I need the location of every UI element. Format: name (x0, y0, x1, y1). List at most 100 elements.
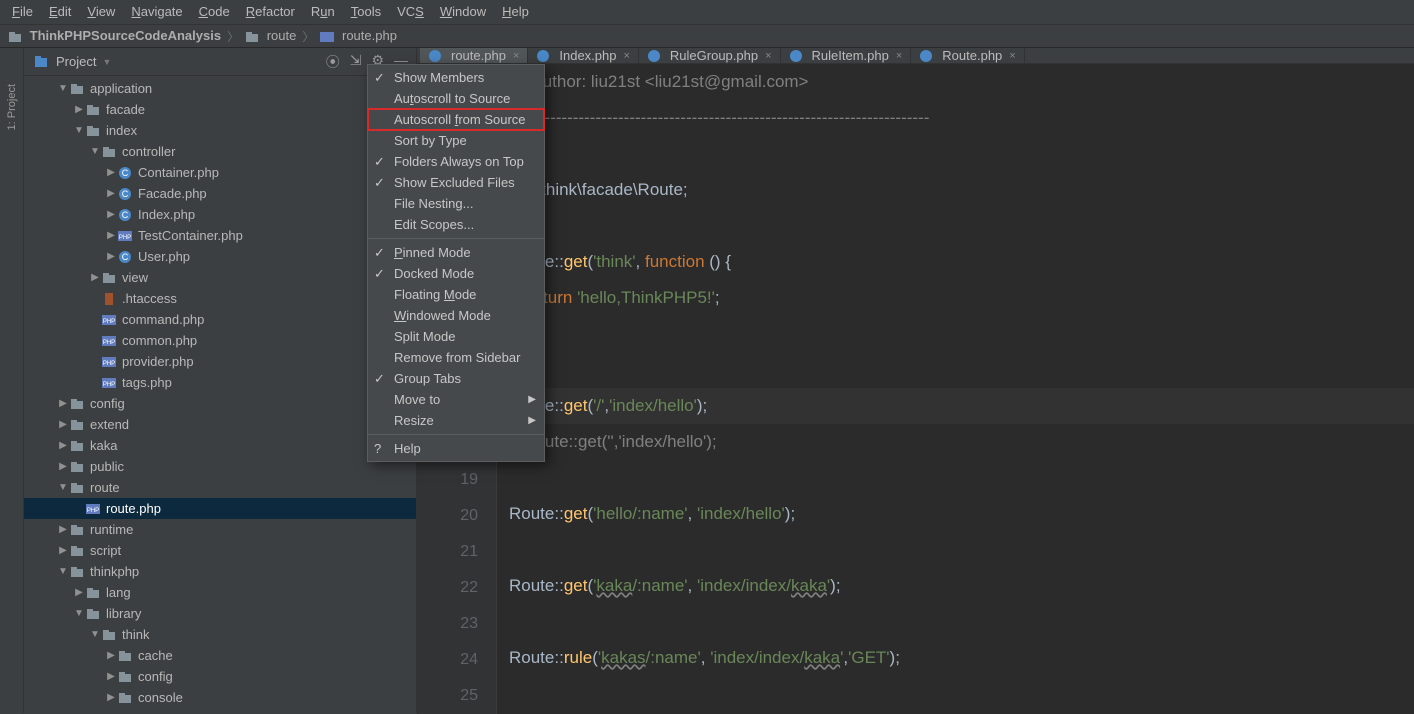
tree-node[interactable]: ▶PHPcommand.php (24, 309, 416, 330)
menu-file[interactable]: File (4, 0, 41, 24)
tree-node[interactable]: ▼application (24, 78, 416, 99)
code-line[interactable]: Route::get('kaka/:name', 'index/index/ka… (509, 568, 1414, 604)
tree-node[interactable]: ▶db (24, 708, 416, 713)
tree-node[interactable]: ▶PHProute.php (24, 498, 416, 519)
menu-item[interactable]: Remove from Sidebar (368, 347, 544, 368)
menu-item[interactable]: Move to▶ (368, 389, 544, 410)
tree-node[interactable]: ▶PHPtags.php (24, 372, 416, 393)
menu-item[interactable]: ?Help (368, 438, 544, 459)
code-line[interactable] (509, 208, 1414, 244)
editor-tab[interactable]: route.php× (420, 48, 528, 63)
code-line[interactable] (509, 352, 1414, 388)
scroll-from-source-icon[interactable]: ⦿ (326, 52, 340, 72)
tree-node[interactable]: ▶config (24, 393, 416, 414)
menu-edit[interactable]: Edit (41, 0, 79, 24)
menu-window[interactable]: Window (432, 0, 494, 24)
menu-item[interactable]: Autoscroll to Source (368, 88, 544, 109)
menu-view[interactable]: View (79, 0, 123, 24)
tree-node[interactable]: ▶runtime (24, 519, 416, 540)
chevron-right-icon[interactable]: ▶ (56, 398, 70, 409)
tree-node[interactable]: ▶lang (24, 582, 416, 603)
menu-item[interactable]: Autoscroll from Source (368, 109, 544, 130)
rail-tab-project[interactable]: 1: Project (6, 78, 18, 136)
tree-node[interactable]: ▶console (24, 687, 416, 708)
breadcrumb-root[interactable]: ThinkPHPSourceCodeAnalysis (8, 28, 221, 44)
tree-node[interactable]: ▶.htaccess (24, 288, 416, 309)
tree-node[interactable]: ▶kaka (24, 435, 416, 456)
menu-item[interactable]: ✓Docked Mode (368, 263, 544, 284)
menu-item[interactable]: ✓Show Excluded Files (368, 172, 544, 193)
close-icon[interactable]: × (1009, 50, 1015, 62)
menu-item[interactable]: Floating Mode (368, 284, 544, 305)
menu-item[interactable]: Resize▶ (368, 410, 544, 431)
chevron-right-icon[interactable]: ▶ (56, 524, 70, 535)
gear-context-menu[interactable]: ✓Show MembersAutoscroll to SourceAutoscr… (367, 64, 545, 462)
menu-item[interactable]: ✓Pinned Mode (368, 242, 544, 263)
chevron-right-icon[interactable]: ▶ (88, 272, 102, 283)
menu-item[interactable]: ✓Show Members (368, 67, 544, 88)
code-line[interactable]: use think\facade\Route; (509, 172, 1414, 208)
tree-node[interactable]: ▼thinkphp (24, 561, 416, 582)
tree-node[interactable]: ▶facade (24, 99, 416, 120)
chevron-down-icon[interactable]: ▼ (72, 125, 86, 136)
code-line[interactable]: Route::get('think', function () { (509, 244, 1414, 280)
code-line[interactable]: Route::get('hello/:name', 'index/hello')… (509, 496, 1414, 532)
tree-node[interactable]: ▶script (24, 540, 416, 561)
menu-run[interactable]: Run (303, 0, 343, 24)
code-line[interactable]: // Route::get('','index/hello'); (509, 424, 1414, 460)
menu-navigate[interactable]: Navigate (123, 0, 190, 24)
editor-tab[interactable]: Index.php× (528, 48, 639, 63)
tree-node[interactable]: ▶PHPprovider.php (24, 351, 416, 372)
tree-node[interactable]: ▼controller (24, 141, 416, 162)
tree-node[interactable]: ▶PHPcommon.php (24, 330, 416, 351)
chevron-down-icon[interactable]: ▼ (88, 146, 102, 157)
code-line[interactable] (509, 604, 1414, 640)
tree-node[interactable]: ▼route (24, 477, 416, 498)
tree-node[interactable]: ▶PHPTestContainer.php (24, 225, 416, 246)
menu-item[interactable]: ✓Group Tabs (368, 368, 544, 389)
close-icon[interactable]: × (765, 50, 771, 62)
chevron-down-icon[interactable]: ▼ (102, 57, 111, 67)
code-line[interactable]: Route::get('/','index/hello'); (509, 388, 1414, 424)
tree-node[interactable]: ▶CIndex.php (24, 204, 416, 225)
code-line[interactable] (509, 136, 1414, 172)
chevron-right-icon[interactable]: ▶ (104, 188, 118, 199)
menu-item[interactable]: Sort by Type (368, 130, 544, 151)
code-line[interactable]: // | Author: liu21st <liu21st@gmail.com> (509, 64, 1414, 100)
code-line[interactable]: }); (509, 316, 1414, 352)
editor-tab[interactable]: RuleItem.php× (781, 48, 912, 63)
chevron-right-icon[interactable]: ▶ (104, 671, 118, 682)
tree-node[interactable]: ▶cache (24, 645, 416, 666)
code-line[interactable] (509, 532, 1414, 568)
chevron-right-icon[interactable]: ▶ (104, 167, 118, 178)
chevron-right-icon[interactable]: ▶ (104, 650, 118, 661)
menu-item[interactable]: ✓Folders Always on Top (368, 151, 544, 172)
chevron-right-icon[interactable]: ▶ (104, 230, 118, 241)
close-icon[interactable]: × (623, 50, 629, 62)
menu-tools[interactable]: Tools (343, 0, 389, 24)
breadcrumb-folder[interactable]: route (245, 28, 296, 44)
tree-node[interactable]: ▼think (24, 624, 416, 645)
chevron-right-icon[interactable]: ▶ (56, 545, 70, 556)
tree-node[interactable]: ▶CContainer.php (24, 162, 416, 183)
chevron-right-icon[interactable]: ▶ (104, 251, 118, 262)
code-line[interactable] (509, 676, 1414, 712)
tree-node[interactable]: ▶CFacade.php (24, 183, 416, 204)
code-line[interactable]: // +------------------------------------… (509, 100, 1414, 136)
tree-node[interactable]: ▶view (24, 267, 416, 288)
tree-node[interactable]: ▶config (24, 666, 416, 687)
chevron-right-icon[interactable]: ▶ (104, 209, 118, 220)
menu-refactor[interactable]: Refactor (238, 0, 303, 24)
code-line[interactable]: Route::rule('kakas/:name', 'index/index/… (509, 640, 1414, 676)
menu-item[interactable]: Windowed Mode (368, 305, 544, 326)
chevron-right-icon[interactable]: ▶ (56, 419, 70, 430)
chevron-right-icon[interactable]: ▶ (56, 440, 70, 451)
chevron-down-icon[interactable]: ▼ (56, 83, 70, 94)
editor-tab[interactable]: RuleGroup.php× (639, 48, 781, 63)
project-tree[interactable]: ▼application▶facade▼index▼controller▶CCo… (24, 76, 416, 713)
tree-node[interactable]: ▼index (24, 120, 416, 141)
editor-code[interactable]: // | Author: liu21st <liu21st@gmail.com>… (497, 64, 1414, 714)
menu-vcs[interactable]: VCS (389, 0, 432, 24)
chevron-down-icon[interactable]: ▼ (88, 629, 102, 640)
code-line[interactable] (509, 460, 1414, 496)
